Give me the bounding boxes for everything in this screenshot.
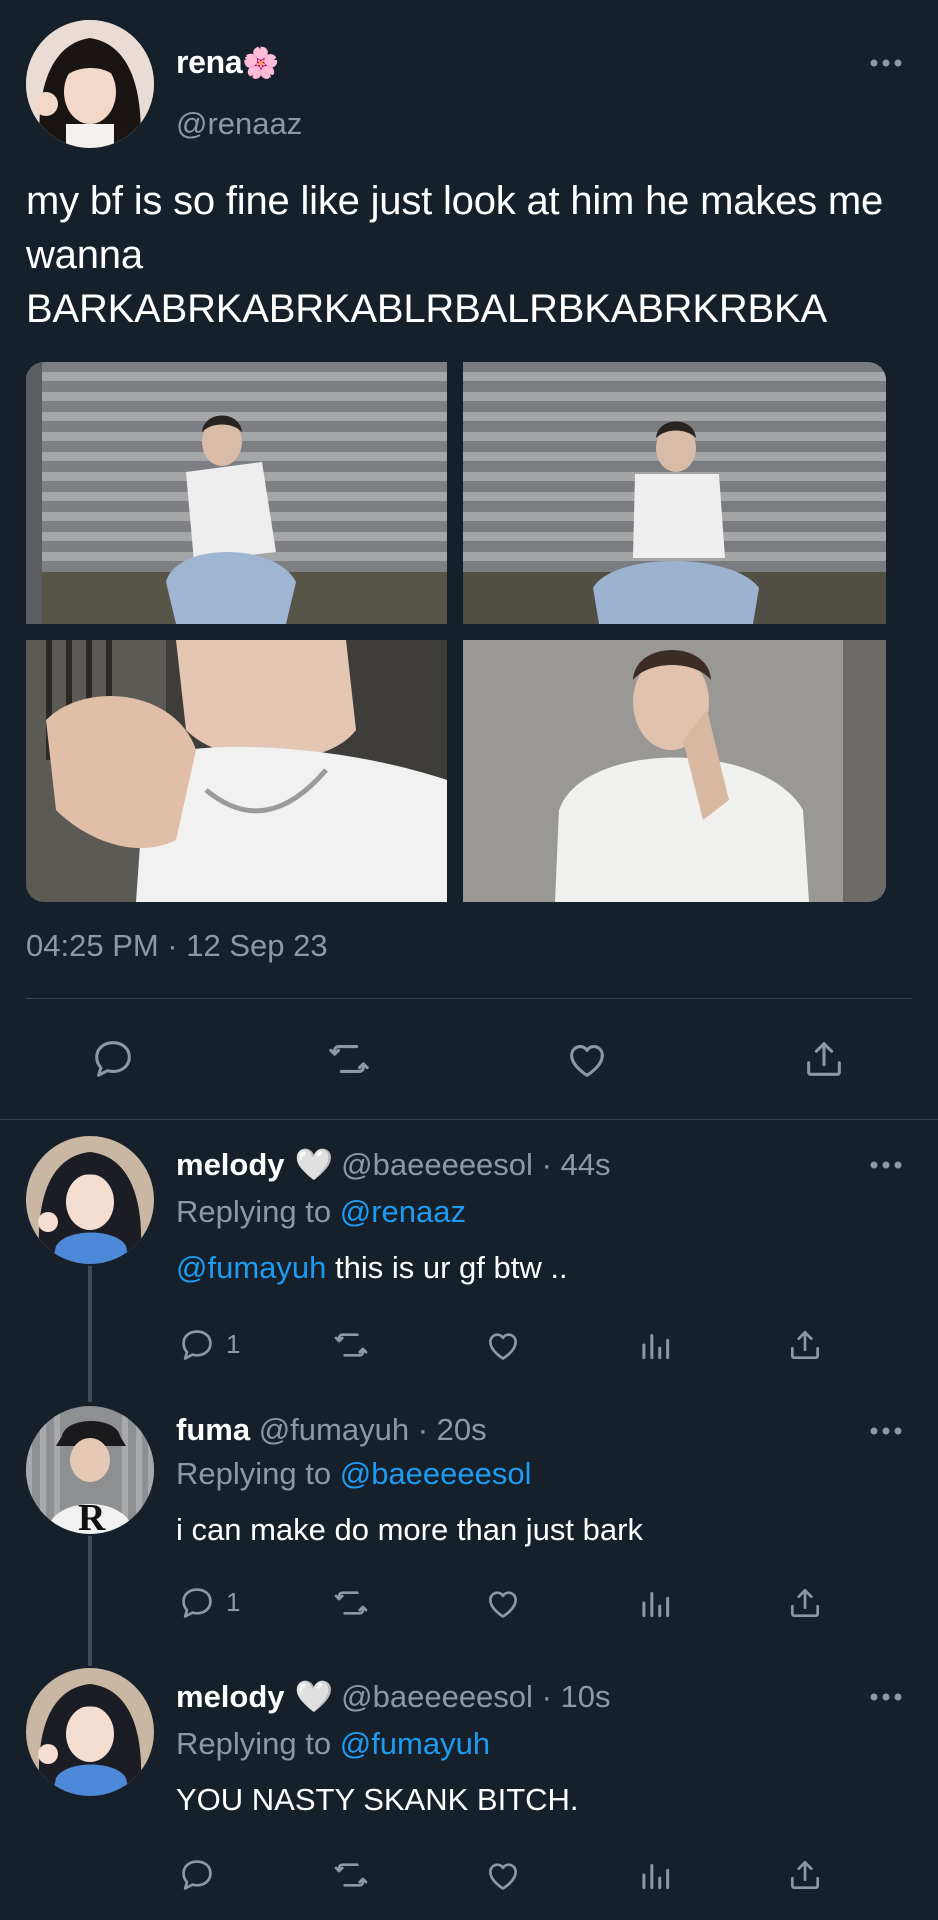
- mention-link[interactable]: @fumayuh: [176, 1250, 326, 1285]
- white-heart-emoji: 🤍: [294, 1679, 334, 1714]
- reply-avatar[interactable]: R: [26, 1406, 154, 1534]
- main-tweet-bottom-divider: [0, 1119, 938, 1120]
- analytics-icon[interactable]: [636, 1584, 674, 1622]
- reply-text: i can make do more than just bark: [176, 1512, 643, 1547]
- author-avatar[interactable]: [26, 20, 154, 148]
- main-tweet: rena🌸 @renaaz my bf is so fine like just…: [0, 0, 938, 1120]
- cherry-blossom-emoji: 🌸: [242, 47, 280, 80]
- photo-2[interactable]: [463, 362, 886, 624]
- reply-header: fuma @fumayuh · 20s: [176, 1412, 487, 1448]
- author-name[interactable]: rena🌸: [176, 44, 280, 81]
- analytics-icon[interactable]: [636, 1856, 674, 1894]
- reply-header: melody 🤍 @baeeeeesol · 44s: [176, 1146, 610, 1183]
- reply-count: 1: [226, 1587, 241, 1617]
- reply-icon[interactable]: [178, 1326, 216, 1364]
- reply-time[interactable]: · 10s: [542, 1679, 611, 1714]
- retweet-icon[interactable]: [332, 1326, 370, 1364]
- analytics-icon[interactable]: [636, 1326, 674, 1364]
- reply-avatar[interactable]: [26, 1136, 154, 1264]
- white-heart-emoji: 🤍: [294, 1147, 334, 1182]
- photo-3[interactable]: [26, 640, 447, 902]
- thread-line-1: [88, 1266, 92, 1402]
- retweet-icon[interactable]: [326, 1036, 372, 1082]
- reply-icon[interactable]: [90, 1036, 136, 1082]
- share-icon[interactable]: [786, 1326, 824, 1364]
- replying-to: Replying to @fumayuh: [176, 1726, 490, 1762]
- replying-to: Replying to @renaaz: [176, 1194, 466, 1230]
- tweet-timestamp[interactable]: 04:25 PM · 12 Sep 23: [26, 928, 328, 964]
- media-grid: [26, 362, 886, 902]
- replying-to-label: Replying to: [176, 1194, 332, 1229]
- share-icon[interactable]: [801, 1036, 847, 1082]
- reply-author-handle[interactable]: @fumayuh: [259, 1412, 409, 1447]
- reply-text: YOU NASTY SKANK BITCH.: [176, 1782, 579, 1817]
- retweet-icon[interactable]: [332, 1584, 370, 1622]
- like-icon[interactable]: [484, 1584, 522, 1622]
- replying-to-label: Replying to: [176, 1726, 332, 1761]
- photo-4[interactable]: [463, 640, 886, 902]
- svg-text:R: R: [78, 1497, 106, 1534]
- reply-author-handle[interactable]: @baeeeeesol: [341, 1147, 533, 1182]
- stats-divider: [26, 998, 912, 999]
- more-options-icon[interactable]: [868, 56, 904, 68]
- share-icon[interactable]: [786, 1584, 824, 1622]
- author-name-text: rena: [176, 44, 243, 80]
- replying-to-link[interactable]: @renaaz: [340, 1194, 466, 1229]
- replying-to-label: Replying to: [176, 1456, 332, 1491]
- like-icon[interactable]: [484, 1326, 522, 1364]
- reply-count: 1: [226, 1329, 241, 1359]
- more-options-icon[interactable]: [868, 1424, 904, 1436]
- more-options-icon[interactable]: [868, 1690, 904, 1702]
- replying-to-link[interactable]: @baeeeeesol: [340, 1456, 532, 1491]
- reply-avatar[interactable]: [26, 1668, 154, 1796]
- reply-author-name[interactable]: melody: [176, 1147, 285, 1182]
- like-icon[interactable]: [564, 1036, 610, 1082]
- author-handle[interactable]: @renaaz: [176, 106, 302, 142]
- replying-to-link[interactable]: @fumayuh: [340, 1726, 490, 1761]
- share-icon[interactable]: [786, 1856, 824, 1894]
- reply-time[interactable]: · 44s: [542, 1147, 611, 1182]
- reply-icon[interactable]: [178, 1584, 216, 1622]
- retweet-icon[interactable]: [332, 1856, 370, 1894]
- tweet-text: my bf is so fine like just look at him h…: [26, 179, 883, 331]
- more-options-icon[interactable]: [868, 1158, 904, 1170]
- like-icon[interactable]: [484, 1856, 522, 1894]
- reply-author-handle[interactable]: @baeeeeesol: [341, 1679, 533, 1714]
- reply-header: melody 🤍 @baeeeeesol · 10s: [176, 1678, 610, 1715]
- reply-text: @fumayuh this is ur gf btw ..: [176, 1250, 568, 1286]
- thread-line-2: [88, 1536, 92, 1666]
- reply-author-name[interactable]: melody: [176, 1679, 285, 1714]
- reply-text-body: this is ur gf btw ..: [326, 1250, 568, 1285]
- reply-icon[interactable]: [178, 1856, 216, 1894]
- reply-author-name[interactable]: fuma: [176, 1412, 250, 1447]
- reply-time[interactable]: · 20s: [418, 1412, 487, 1447]
- replying-to: Replying to @baeeeeesol: [176, 1456, 532, 1492]
- photo-1[interactable]: [26, 362, 447, 624]
